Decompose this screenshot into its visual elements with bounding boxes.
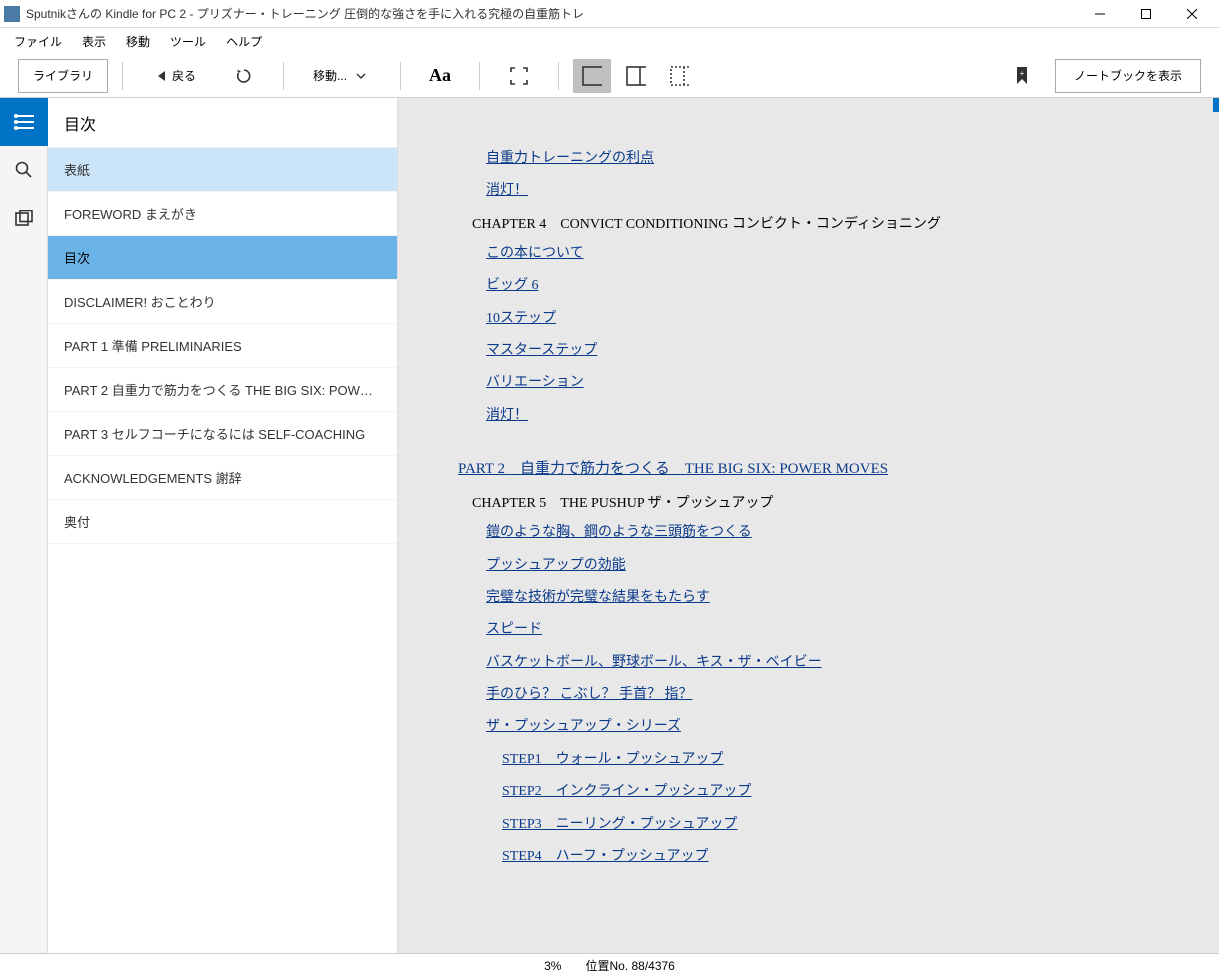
app-icon bbox=[4, 6, 20, 22]
menu-file[interactable]: ファイル bbox=[4, 29, 72, 54]
toc-link[interactable]: ザ・プッシュアップ・シリーズ bbox=[458, 716, 1159, 738]
toc-link[interactable]: マスターステップ bbox=[458, 340, 1159, 362]
sync-button[interactable] bbox=[219, 59, 269, 93]
search-rail-button[interactable] bbox=[0, 146, 48, 194]
fullscreen-icon bbox=[509, 66, 529, 86]
toc-item-ack[interactable]: ACKNOWLEDGEMENTS 謝辞 bbox=[48, 456, 397, 500]
bookmark-button[interactable]: + bbox=[997, 59, 1047, 93]
toc-item-part1[interactable]: PART 1 準備 PRELIMINARIES bbox=[48, 324, 397, 368]
statusbar: 3% 位置No. 88/4376 bbox=[0, 953, 1219, 977]
toc-step-link[interactable]: STEP3 ニーリング・プッシュアップ bbox=[458, 814, 1159, 836]
multi-column-button[interactable] bbox=[661, 59, 699, 93]
toc-link[interactable]: 完璧な技術が完璧な結果をもたらす bbox=[458, 587, 1159, 609]
single-column-button[interactable] bbox=[573, 59, 611, 93]
back-button[interactable]: 戻る bbox=[137, 59, 211, 93]
chevron-down-icon bbox=[351, 66, 371, 86]
toc-link[interactable]: スピード bbox=[458, 619, 1159, 641]
content-pane: 自重力トレーニングの利点 消灯！ CHAPTER 4 CONVICT CONDI… bbox=[398, 98, 1219, 953]
maximize-button[interactable] bbox=[1123, 0, 1169, 28]
multi-column-icon bbox=[670, 66, 690, 86]
separator bbox=[479, 62, 480, 90]
toc-step-link[interactable]: STEP1 ウォール・プッシュアップ bbox=[458, 749, 1159, 771]
list-icon bbox=[14, 114, 34, 130]
toc-link[interactable]: 自重力トレーニングの利点 bbox=[458, 148, 1159, 170]
menubar: ファイル 表示 移動 ツール ヘルプ bbox=[0, 28, 1219, 54]
toc-rail-button[interactable] bbox=[0, 98, 48, 146]
bookmark-icon: + bbox=[1012, 66, 1032, 86]
chapter-heading: CHAPTER 5 THE PUSHUP ザ・プッシュアップ bbox=[458, 492, 1159, 512]
search-icon bbox=[15, 161, 33, 179]
goto-label: 移動... bbox=[313, 67, 347, 84]
toolbar: ライブラリ 戻る 移動... Aa bbox=[0, 54, 1219, 98]
separator bbox=[283, 62, 284, 90]
separator bbox=[400, 62, 401, 90]
part-link[interactable]: PART 2 自重力で筋力をつくる THE BIG SIX: POWER MOV… bbox=[458, 457, 1159, 478]
svg-text:+: + bbox=[1020, 69, 1025, 78]
toc-link[interactable]: 消灯！ bbox=[458, 180, 1159, 202]
fullscreen-button[interactable] bbox=[494, 59, 544, 93]
menu-view[interactable]: 表示 bbox=[72, 29, 116, 54]
toc-item-colophon[interactable]: 奥付 bbox=[48, 500, 397, 544]
toc-link[interactable]: 10ステップ bbox=[458, 308, 1159, 330]
cards-rail-button[interactable] bbox=[0, 194, 48, 242]
two-column-button[interactable] bbox=[617, 59, 655, 93]
toc-link[interactable]: プッシュアップの効能 bbox=[458, 555, 1159, 577]
menu-help[interactable]: ヘルプ bbox=[216, 29, 272, 54]
separator bbox=[122, 62, 123, 90]
menu-go[interactable]: 移動 bbox=[116, 29, 160, 54]
toc-link[interactable]: バスケットボール、野球ボール、キス・ザ・ベイビー bbox=[458, 652, 1159, 674]
menu-tools[interactable]: ツール bbox=[160, 29, 216, 54]
chapter-heading: CHAPTER 4 CONVICT CONDITIONING コンビクト・コンデ… bbox=[458, 213, 1159, 233]
status-percent: 3% bbox=[544, 959, 561, 973]
font-button[interactable]: Aa bbox=[415, 59, 465, 93]
toc-item-part2[interactable]: PART 2 自重力で筋力をつくる THE BIG SIX: POWER M..… bbox=[48, 368, 397, 412]
font-icon: Aa bbox=[430, 66, 450, 86]
single-column-icon bbox=[582, 66, 602, 86]
separator bbox=[558, 62, 559, 90]
notebook-button[interactable]: ノートブックを表示 bbox=[1055, 59, 1201, 93]
back-label: 戻る bbox=[172, 67, 196, 84]
toc-item-cover[interactable]: 表紙 bbox=[48, 148, 397, 192]
toc-item-disclaimer[interactable]: DISCLAIMER! おことわり bbox=[48, 280, 397, 324]
sync-icon bbox=[234, 66, 254, 86]
toc-link[interactable]: 消灯！ bbox=[458, 405, 1159, 427]
sidebar: 目次 表紙 FOREWORD まえがき 目次 DISCLAIMER! おことわり… bbox=[48, 98, 398, 953]
toc-link[interactable]: バリエーション bbox=[458, 372, 1159, 394]
toc-item-foreword[interactable]: FOREWORD まえがき bbox=[48, 192, 397, 236]
toc-link[interactable]: 鎧のような胸、鋼のような三頭筋をつくる bbox=[458, 522, 1159, 544]
cards-icon bbox=[15, 210, 33, 226]
goto-button[interactable]: 移動... bbox=[298, 59, 386, 93]
two-column-icon bbox=[626, 66, 646, 86]
toc-link[interactable]: ビッグ 6 bbox=[458, 275, 1159, 297]
titlebar: Sputnikさんの Kindle for PC 2 - プリズナー・トレーニン… bbox=[0, 0, 1219, 28]
toc-link[interactable]: この本について bbox=[458, 243, 1159, 265]
status-position: 位置No. 88/4376 bbox=[585, 957, 674, 974]
toc-item-part3[interactable]: PART 3 セルフコーチになるには SELF-COACHING bbox=[48, 412, 397, 456]
sidebar-header: 目次 bbox=[48, 98, 397, 148]
toc-step-link[interactable]: STEP2 インクライン・プッシュアップ bbox=[458, 781, 1159, 803]
window-title: Sputnikさんの Kindle for PC 2 - プリズナー・トレーニン… bbox=[26, 5, 1077, 22]
library-button[interactable]: ライブラリ bbox=[18, 59, 108, 93]
scrollbar-thumb[interactable] bbox=[1213, 98, 1219, 112]
toc-item-contents[interactable]: 目次 bbox=[48, 236, 397, 280]
main-area: 目次 表紙 FOREWORD まえがき 目次 DISCLAIMER! おことわり… bbox=[0, 98, 1219, 953]
close-button[interactable] bbox=[1169, 0, 1215, 28]
back-icon bbox=[152, 66, 172, 86]
left-rail bbox=[0, 98, 48, 953]
toc-step-link[interactable]: STEP4 ハーフ・プッシュアップ bbox=[458, 846, 1159, 868]
minimize-button[interactable] bbox=[1077, 0, 1123, 28]
toc-link[interactable]: 手のひら？ こぶし？ 手首？ 指？ bbox=[458, 684, 1159, 706]
